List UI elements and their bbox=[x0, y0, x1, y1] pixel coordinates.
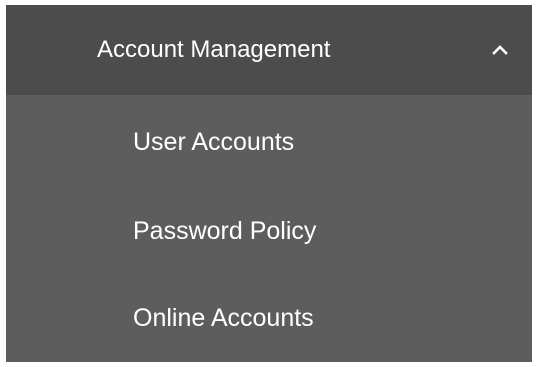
account-management-header[interactable]: Account Management bbox=[6, 5, 532, 95]
menu-item-label: Online Accounts bbox=[133, 304, 314, 332]
menu-item-online-accounts[interactable]: Online Accounts bbox=[6, 275, 532, 365]
menu-item-label: User Accounts bbox=[133, 128, 295, 156]
menu-item-label: Password Policy bbox=[133, 217, 317, 245]
menu-item-user-accounts[interactable]: User Accounts bbox=[6, 95, 532, 185]
menu-item-password-policy[interactable]: Password Policy bbox=[6, 185, 532, 275]
submenu-list: User Accounts Password Policy Online Acc… bbox=[6, 95, 532, 365]
menu-header-label: Account Management bbox=[97, 36, 331, 63]
chevron-up-icon[interactable] bbox=[490, 39, 510, 59]
account-management-menu: Account Management User Accounts Passwor… bbox=[6, 5, 532, 362]
